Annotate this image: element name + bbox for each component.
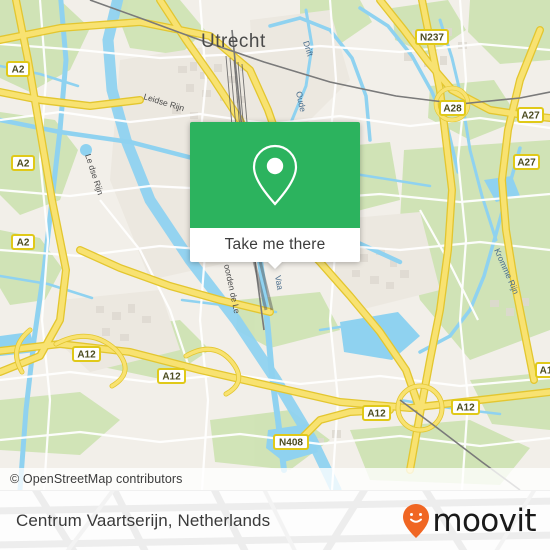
popup-header	[190, 122, 360, 228]
map-city-label: Utrecht	[201, 31, 266, 52]
shield-label: A27	[521, 111, 540, 122]
popup-action-bar[interactable]: Take me there	[190, 228, 360, 269]
footer-bar: Centrum Vaartserijn, Netherlands moovit	[0, 490, 550, 550]
map-shield: A1	[535, 362, 550, 378]
map-shield: A12	[157, 368, 186, 384]
map-attribution-bar: © OpenStreetMap contributors	[0, 468, 550, 490]
map-shield: A2	[6, 61, 30, 77]
map-shield: A12	[72, 346, 101, 362]
shield-label: A12	[77, 350, 96, 361]
map-shield: N408	[273, 434, 309, 450]
attribution-text[interactable]: © OpenStreetMap contributors	[0, 472, 183, 486]
map-shield: A27	[513, 154, 540, 170]
shield-label: A1	[540, 366, 550, 377]
popup-pointer-tail	[267, 261, 283, 269]
take-me-there-label: Take me there	[224, 236, 326, 253]
moovit-brand[interactable]: moovit	[401, 502, 537, 539]
map-shield: A2	[11, 234, 35, 250]
location-pin-icon	[252, 144, 298, 206]
map-popup-card[interactable]: Take me there	[190, 122, 360, 269]
shield-label: A12	[162, 372, 181, 383]
map-shield: N237	[415, 29, 449, 45]
map-shield: A2	[11, 155, 35, 171]
shield-label: N237	[420, 33, 444, 44]
shield-label: A2	[12, 65, 25, 76]
shield-label: A12	[456, 403, 475, 414]
shield-label: A12	[367, 409, 386, 420]
shield-label: A2	[17, 238, 30, 249]
moovit-map-screenshot: Utrecht Drift Oude Kromme Rijn Vaa Leids…	[0, 0, 550, 550]
shield-label: A28	[443, 104, 462, 115]
shield-label: A2	[17, 159, 30, 170]
place-name-label: Centrum Vaartserijn, Netherlands	[16, 511, 271, 530]
map-shield: A12	[362, 405, 391, 421]
map-shield: A27	[517, 107, 544, 123]
map-shield: A28	[439, 100, 466, 116]
map-shield: A12	[451, 399, 480, 415]
moovit-wordmark: moovit	[432, 502, 536, 539]
moovit-smile-pin-icon	[403, 504, 430, 538]
shield-label: A27	[517, 158, 536, 169]
shield-label: N408	[279, 438, 303, 449]
